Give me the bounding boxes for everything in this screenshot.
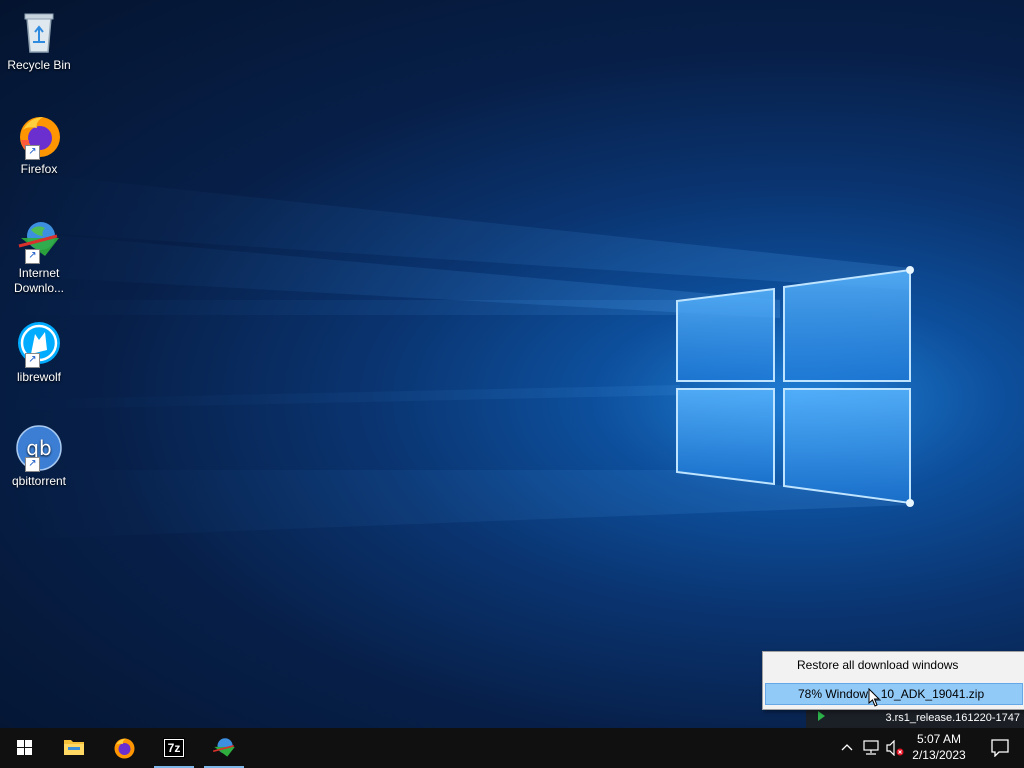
shortcut-arrow-icon: ↗ <box>25 457 40 472</box>
desktop: Recycle Bin ↗ Firefox ↗ Internet Downlo. <box>0 0 1024 728</box>
taskbar-clock[interactable]: 5:07 AM 2/13/2023 <box>906 731 972 763</box>
volume-muted-icon <box>886 740 904 756</box>
desktop-icon-label: Recycle Bin <box>7 58 71 72</box>
network-tray-button[interactable] <box>860 728 882 768</box>
notification-icon <box>991 739 1009 757</box>
tooltip-text: 3.rs1_release.161220-1747 <box>885 712 1020 724</box>
desktop-icon-label: Firefox <box>20 162 58 176</box>
shortcut-arrow-icon: ↗ <box>25 353 40 368</box>
desktop-icon-firefox[interactable]: ↗ Firefox <box>4 112 74 177</box>
start-button[interactable] <box>0 728 48 768</box>
tray-tooltip: 3.rs1_release.161220-1747 <box>806 708 1024 728</box>
chevron-up-icon <box>841 744 853 751</box>
desktop-icon-librewolf[interactable]: ↗ librewolf <box>4 320 74 385</box>
shortcut-arrow-icon: ↗ <box>25 249 40 264</box>
firefox-icon <box>114 738 135 759</box>
taskbar-app-7zip[interactable]: 7z <box>150 728 198 768</box>
taskbar: 7z 5:07 AM 2/13/2023 <box>0 728 1024 768</box>
shortcut-arrow-icon: ↗ <box>25 145 40 160</box>
desktop-icon-label: librewolf <box>16 370 61 384</box>
desktop-icon-internet-download-manager[interactable]: ↗ Internet Downlo... <box>4 216 74 296</box>
clock-date: 2/13/2023 <box>912 748 966 762</box>
action-center-button[interactable] <box>978 728 1024 768</box>
download-arrow-icon <box>818 711 825 721</box>
desktop-icon-label: Internet Downlo... <box>13 266 65 295</box>
internet-download-manager-icon: ↗ <box>15 216 63 264</box>
recycle-bin-icon <box>15 8 63 56</box>
internet-download-manager-icon <box>212 738 235 757</box>
wallpaper <box>0 170 914 540</box>
clock-time: 5:07 AM <box>916 732 962 746</box>
qbittorrent-icon: qb ↗ <box>15 424 63 472</box>
librewolf-icon: ↗ <box>15 320 63 368</box>
menu-item-label: Restore all download windows <box>797 658 959 672</box>
desktop-icon-label: qbittorrent <box>11 474 67 488</box>
menu-item-restore-all-download-windows[interactable]: Restore all download windows <box>765 654 1023 676</box>
7zip-icon-label: 7z <box>167 741 181 755</box>
network-icon <box>863 740 879 755</box>
taskbar-app-internet-download-manager[interactable] <box>200 728 248 768</box>
desktop-icon-qbittorrent[interactable]: qb ↗ qbittorrent <box>4 424 74 489</box>
firefox-icon: ↗ <box>15 112 63 160</box>
menu-item-download-progress[interactable]: 78% Windows_10_ADK_19041.zip <box>765 683 1023 705</box>
taskbar-app-file-explorer[interactable] <box>50 728 98 768</box>
idm-tray-context-menu: Restore all download windows 78% Windows… <box>762 651 1024 710</box>
show-hidden-icons-button[interactable] <box>836 728 858 768</box>
menu-item-label: 78% Windows_10_ADK_19041.zip <box>798 687 985 701</box>
volume-tray-button[interactable] <box>884 728 906 768</box>
desktop-icon-recycle-bin[interactable]: Recycle Bin <box>4 8 74 73</box>
file-explorer-icon <box>64 740 84 755</box>
mouse-cursor-icon <box>868 688 881 707</box>
taskbar-app-firefox[interactable] <box>100 728 148 768</box>
